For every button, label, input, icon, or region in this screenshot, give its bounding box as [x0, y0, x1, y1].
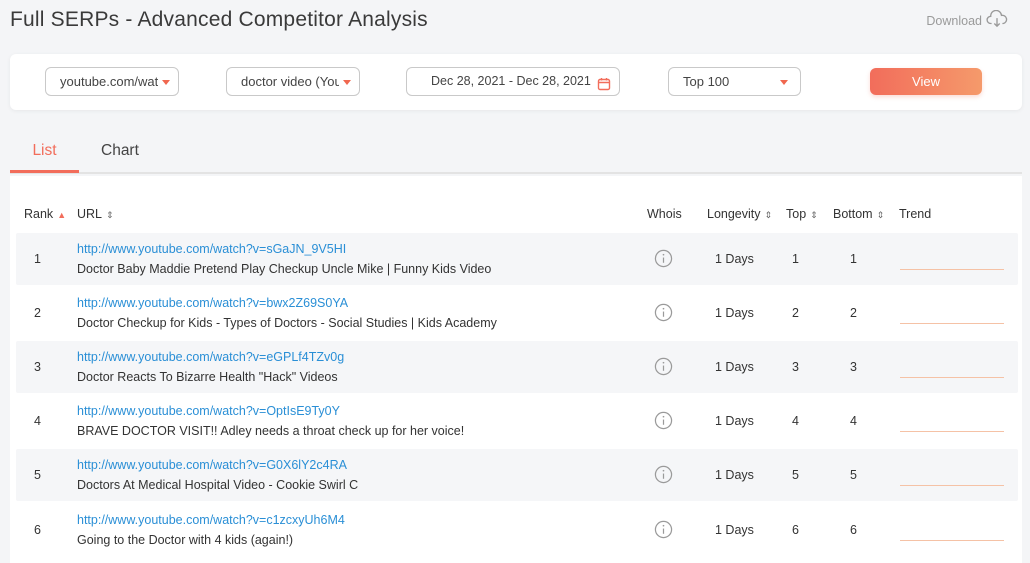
sort-asc-icon: ▲	[57, 210, 67, 220]
info-icon[interactable]	[654, 249, 673, 268]
row-rank: 1	[34, 252, 41, 266]
row-title: Going to the Doctor with 4 kids (again!)	[77, 533, 294, 547]
results-table: Rank ▲ URL ⇕ Whois Longevity ⇕ Top ⇕ Bottom ⇕…	[10, 176, 1022, 563]
row-title: Doctor Checkup for Kids - Types of Docto…	[77, 316, 497, 330]
row-rank: 5	[34, 468, 41, 482]
download-label: Download	[926, 13, 982, 28]
row-top: 5	[792, 468, 799, 482]
row-trend-line	[900, 431, 1004, 432]
row-longevity: 1 Days	[715, 306, 754, 320]
row-bottom: 4	[850, 414, 857, 428]
row-trend-line	[900, 377, 1004, 378]
table-row: 2 http://www.youtube.com/watch?v=bwx2Z69…	[16, 287, 1018, 339]
filter-card: youtube.com/watch doctor video (YouTube)…	[10, 54, 1022, 110]
header-url[interactable]: URL ⇕	[77, 207, 114, 221]
caret-down-icon	[343, 80, 351, 85]
row-trend-line	[900, 323, 1004, 324]
row-bottom: 3	[850, 360, 857, 374]
header-bottom[interactable]: Bottom ⇕	[833, 207, 884, 221]
row-url-link[interactable]: http://www.youtube.com/watch?v=eGPLf4TZv…	[77, 350, 344, 364]
top-select[interactable]: Top 100	[668, 67, 801, 96]
domain-select[interactable]: youtube.com/watch	[45, 67, 179, 96]
row-rank: 6	[34, 523, 41, 537]
table-row: 1 http://www.youtube.com/watch?v=sGaJN_9…	[16, 233, 1018, 285]
row-trend-line	[900, 269, 1004, 270]
header-whois: Whois	[647, 207, 682, 221]
row-top: 3	[792, 360, 799, 374]
row-bottom: 2	[850, 306, 857, 320]
keyword-select-value: doctor video (YouTube)	[241, 74, 339, 89]
table-row: 4 http://www.youtube.com/watch?v=OptIsE9…	[16, 395, 1018, 447]
caret-down-icon	[780, 80, 788, 85]
row-title: Doctor Reacts To Bizarre Health "Hack" V…	[77, 370, 338, 384]
date-range-value: Dec 28, 2021 - Dec 28, 2021	[431, 74, 591, 88]
domain-select-value: youtube.com/watch	[60, 74, 158, 89]
row-url-link[interactable]: http://www.youtube.com/watch?v=bwx2Z69S0…	[77, 296, 348, 310]
info-icon[interactable]	[654, 465, 673, 484]
top-select-value: Top 100	[683, 74, 730, 89]
row-title: Doctor Baby Maddie Pretend Play Checkup …	[77, 262, 492, 276]
row-trend-line	[900, 540, 1004, 541]
row-rank: 4	[34, 414, 41, 428]
tab-list[interactable]: List	[10, 142, 79, 173]
row-url-link[interactable]: http://www.youtube.com/watch?v=OptIsE9Ty…	[77, 404, 340, 418]
header-trend: Trend	[899, 207, 932, 221]
cloud-download-icon	[986, 9, 1008, 31]
row-title: Doctors At Medical Hospital Video - Cook…	[77, 478, 359, 492]
info-icon[interactable]	[654, 303, 673, 322]
row-top: 6	[792, 523, 799, 537]
row-url-link[interactable]: http://www.youtube.com/watch?v=sGaJN_9V5…	[77, 242, 346, 256]
row-longevity: 1 Days	[715, 414, 754, 428]
info-icon[interactable]	[654, 411, 673, 430]
tab-chart[interactable]: Chart	[101, 142, 139, 173]
keyword-select[interactable]: doctor video (YouTube)	[226, 67, 360, 96]
header-longevity[interactable]: Longevity ⇕	[707, 207, 772, 221]
table-row: 5 http://www.youtube.com/watch?v=G0X6lY2…	[16, 449, 1018, 501]
row-top: 1	[792, 252, 799, 266]
header-rank[interactable]: Rank ▲	[24, 207, 66, 221]
row-top: 4	[792, 414, 799, 428]
sort-icon: ⇕	[810, 210, 818, 220]
row-rank: 3	[34, 360, 41, 374]
row-longevity: 1 Days	[715, 252, 754, 266]
info-icon[interactable]	[654, 357, 673, 376]
sort-icon: ⇕	[764, 210, 773, 220]
download-button[interactable]: Download	[926, 9, 1008, 31]
row-bottom: 6	[850, 523, 857, 537]
row-top: 2	[792, 306, 799, 320]
table-row: 3 http://www.youtube.com/watch?v=eGPLf4T…	[16, 341, 1018, 393]
row-bottom: 5	[850, 468, 857, 482]
calendar-icon	[597, 74, 611, 91]
row-longevity: 1 Days	[715, 468, 754, 482]
row-url-link[interactable]: http://www.youtube.com/watch?v=G0X6lY2c4…	[77, 458, 347, 472]
caret-down-icon	[162, 80, 170, 85]
row-url-link[interactable]: http://www.youtube.com/watch?v=c1zcxyUh6…	[77, 513, 345, 527]
date-range-picker[interactable]: Dec 28, 2021 - Dec 28, 2021	[406, 67, 620, 96]
row-longevity: 1 Days	[715, 360, 754, 374]
view-tabs: List Chart	[10, 132, 1022, 174]
row-rank: 2	[34, 306, 41, 320]
sort-icon: ⇕	[876, 210, 885, 220]
table-row: 6 http://www.youtube.com/watch?v=c1zcxyU…	[16, 504, 1018, 556]
page-title: Full SERPs - Advanced Competitor Analysi…	[10, 8, 428, 31]
header-top[interactable]: Top ⇕	[786, 207, 818, 221]
view-button[interactable]: View	[870, 68, 982, 95]
row-trend-line	[900, 485, 1004, 486]
info-icon[interactable]	[654, 520, 673, 539]
table-header: Rank ▲ URL ⇕ Whois Longevity ⇕ Top ⇕ Bottom ⇕…	[10, 204, 1022, 224]
sort-icon: ⇕	[106, 210, 114, 220]
row-title: BRAVE DOCTOR VISIT!! Adley needs a throa…	[77, 424, 465, 438]
row-longevity: 1 Days	[715, 523, 754, 537]
row-bottom: 1	[850, 252, 857, 266]
